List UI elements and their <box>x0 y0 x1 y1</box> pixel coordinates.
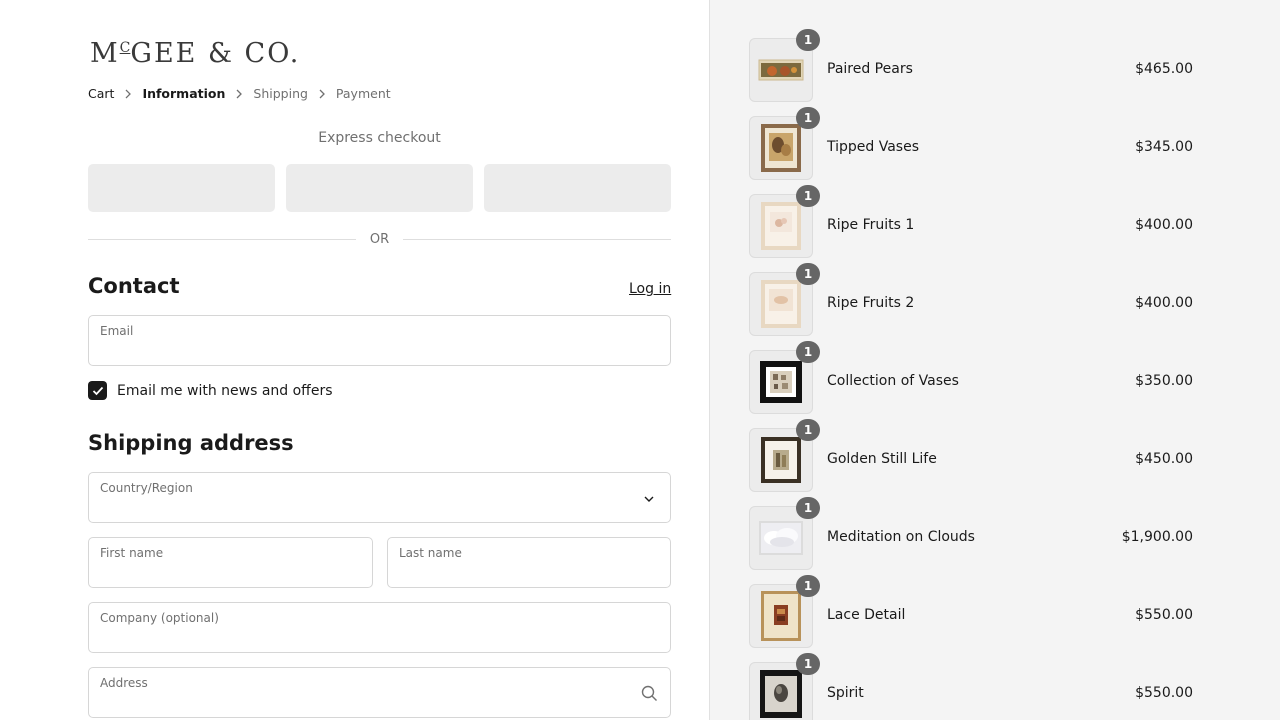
product-name: Paired Pears <box>827 61 913 77</box>
divider-line <box>403 238 672 240</box>
cart-item: 1 Collection of Vases $350.00 <box>749 341 1193 414</box>
product-price: $345.00 <box>1135 139 1193 155</box>
chevron-right-icon <box>308 89 336 99</box>
chevron-right-icon <box>225 89 253 99</box>
product-name: Collection of Vases <box>827 373 959 389</box>
express-checkout-label: Express checkout <box>318 130 441 146</box>
cart-item: 1 Ripe Fruits 1 $400.00 <box>749 185 1193 258</box>
email-label: Email <box>100 324 134 338</box>
cart-item: 1 Ripe Fruits 2 $400.00 <box>749 263 1193 336</box>
newsletter-checkbox[interactable] <box>88 381 107 400</box>
express-pay-button-2[interactable] <box>286 164 473 212</box>
email-input[interactable] <box>100 339 659 359</box>
express-checkout-buttons <box>88 164 671 212</box>
company-input[interactable] <box>100 626 659 646</box>
brand-logo[interactable]: MCGEE & CO. <box>90 38 300 69</box>
last-name-input[interactable] <box>399 561 659 581</box>
product-name: Tipped Vases <box>827 139 920 155</box>
cart-item: 1 Paired Pears $465.00 <box>749 29 1193 102</box>
product-name: Golden Still Life <box>827 451 937 467</box>
country-label: Country/Region <box>100 481 193 495</box>
product-name: Spirit <box>827 685 864 701</box>
search-icon[interactable] <box>640 684 658 702</box>
breadcrumb-cart[interactable]: Cart <box>88 86 114 101</box>
product-price: $400.00 <box>1135 217 1193 233</box>
email-field[interactable]: Email <box>88 315 671 366</box>
address-label: Address <box>100 676 148 690</box>
product-name: Meditation on Clouds <box>827 529 975 545</box>
last-name-field[interactable]: Last name <box>387 537 671 588</box>
quantity-badge: 1 <box>796 29 820 51</box>
order-summary: 1 Paired Pears $465.00 1 Tipped Vases $3… <box>709 0 1280 720</box>
company-label: Company (optional) <box>100 611 219 625</box>
cart-item: 1 Spirit $550.00 <box>749 653 1193 720</box>
login-link[interactable]: Log in <box>629 281 671 297</box>
product-name: Ripe Fruits 1 <box>827 217 915 233</box>
breadcrumb-payment: Payment <box>335 86 391 101</box>
express-pay-button-3[interactable] <box>484 164 671 212</box>
last-name-label: Last name <box>399 546 462 560</box>
chevron-right-icon <box>114 89 142 99</box>
quantity-badge: 1 <box>796 653 820 675</box>
cart-item: 1 Meditation on Clouds $1,900.00 <box>749 497 1193 570</box>
divider-line <box>88 238 356 240</box>
or-text: OR <box>369 231 390 247</box>
first-name-label: First name <box>100 546 164 560</box>
quantity-badge: 1 <box>796 263 820 285</box>
product-price: $450.00 <box>1135 451 1193 467</box>
checkout-main: MCGEE & CO. Cart Information Shipping Pa… <box>0 0 710 720</box>
newsletter-label: Email me with news and offers <box>117 382 333 399</box>
checkmark-icon <box>92 386 103 395</box>
chevron-down-icon <box>640 490 658 508</box>
first-name-input[interactable] <box>100 561 361 581</box>
breadcrumb-information: Information <box>142 86 226 101</box>
shipping-address-title: Shipping address <box>88 431 294 455</box>
contact-title: Contact <box>88 274 180 298</box>
quantity-badge: 1 <box>796 107 820 129</box>
quantity-badge: 1 <box>796 497 820 519</box>
company-field[interactable]: Company (optional) <box>88 602 671 653</box>
product-name: Ripe Fruits 2 <box>827 295 915 311</box>
newsletter-option[interactable]: Email me with news and offers <box>88 381 333 400</box>
address-field[interactable]: Address <box>88 667 671 718</box>
quantity-badge: 1 <box>796 575 820 597</box>
product-price: $465.00 <box>1135 61 1193 77</box>
express-pay-button-1[interactable] <box>88 164 275 212</box>
quantity-badge: 1 <box>796 341 820 363</box>
cart-item: 1 Golden Still Life $450.00 <box>749 419 1193 492</box>
product-price: $1,900.00 <box>1121 529 1193 545</box>
cart-item: 1 Tipped Vases $345.00 <box>749 107 1193 180</box>
product-price: $400.00 <box>1135 295 1193 311</box>
address-input[interactable] <box>100 691 659 711</box>
country-select[interactable]: Country/Region <box>88 472 671 523</box>
first-name-field[interactable]: First name <box>88 537 373 588</box>
quantity-badge: 1 <box>796 185 820 207</box>
product-name: Lace Detail <box>827 607 906 623</box>
breadcrumb: Cart Information Shipping Payment <box>88 86 391 101</box>
product-price: $550.00 <box>1135 685 1193 701</box>
quantity-badge: 1 <box>796 419 820 441</box>
breadcrumb-shipping: Shipping <box>253 86 308 101</box>
product-price: $550.00 <box>1135 607 1193 623</box>
or-divider: OR <box>88 230 672 248</box>
product-price: $350.00 <box>1135 373 1193 389</box>
cart-item: 1 Lace Detail $550.00 <box>749 575 1193 648</box>
